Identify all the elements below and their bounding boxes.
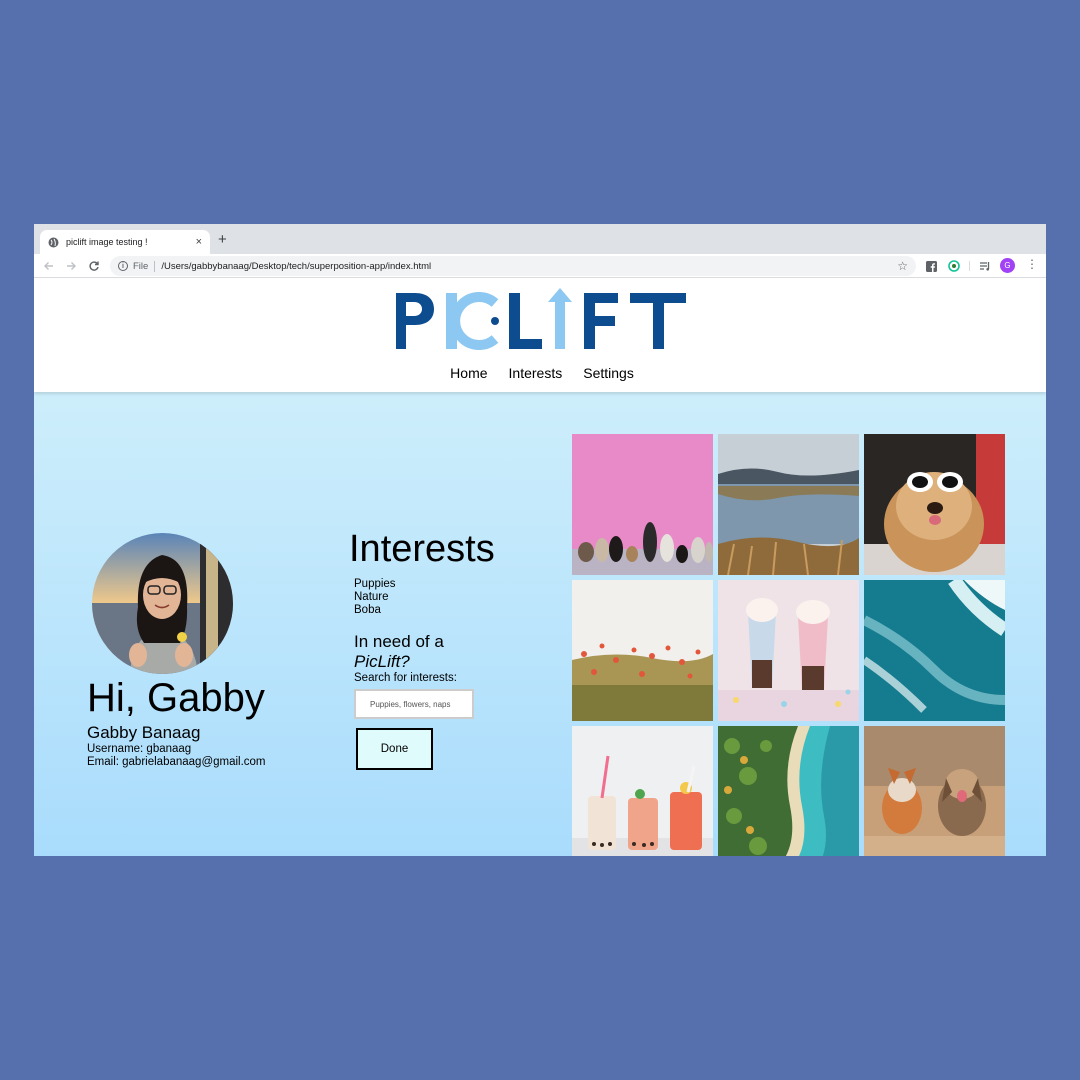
email-text: Email: gabrielabanaag@gmail.com [87, 756, 266, 768]
toolbar-divider [969, 261, 970, 271]
interest-search-input[interactable] [354, 689, 474, 719]
lake-landscape-photo[interactable] [718, 434, 859, 575]
profile-avatar[interactable]: G [1000, 258, 1015, 273]
browser-tab[interactable]: piclift image testing ! × [40, 230, 210, 254]
interest-list: Puppies Nature Boba [354, 578, 396, 617]
search-label: Search for interests: [354, 672, 457, 684]
ocean-waves-photo[interactable] [864, 580, 1005, 721]
info-icon[interactable]: i [118, 261, 128, 271]
profile-photo [92, 533, 233, 674]
address-bar[interactable]: i File /Users/gabbybanaag/Desktop/tech/s… [110, 256, 916, 276]
back-arrow-icon[interactable] [42, 259, 56, 273]
browser-toolbar: i File /Users/gabbybanaag/Desktop/tech/s… [34, 254, 1046, 278]
dogs-pink-wall-photo[interactable] [572, 434, 713, 575]
interests-heading: Interests [349, 528, 495, 570]
greeting-heading: Hi, Gabby [87, 676, 265, 720]
nav-interests[interactable]: Interests [509, 365, 563, 381]
browser-menu-icon[interactable]: ⋮ [1026, 258, 1038, 270]
prompt-line: In need of a [354, 632, 444, 651]
milkshakes-photo[interactable] [718, 580, 859, 721]
list-item: Nature [354, 591, 389, 603]
full-name: Gabby Banaag [87, 723, 201, 742]
page: Home Interests Settings Hi, Gabby Gabby … [34, 279, 1046, 856]
nav-home[interactable]: Home [450, 365, 487, 381]
scheme-label: File [133, 260, 149, 272]
reload-icon[interactable] [87, 259, 101, 273]
aerial-coast-photo[interactable] [718, 726, 859, 856]
done-button[interactable]: Done [356, 728, 433, 770]
tab-title: piclift image testing ! [66, 237, 148, 247]
main-content: Hi, Gabby Gabby Banaag Username: gbanaag… [34, 392, 1046, 856]
grammarly-extension-icon[interactable] [947, 259, 961, 273]
username-text: Username: gbanaag [87, 743, 192, 755]
prompt-brand: PicLift? [354, 652, 410, 671]
list-item: Puppies [354, 578, 396, 590]
piclift-logo[interactable] [394, 287, 690, 351]
image-gallery [572, 434, 1006, 856]
facebook-extension-icon[interactable] [924, 259, 938, 273]
media-control-icon[interactable] [978, 259, 992, 273]
forward-arrow-icon[interactable] [64, 259, 78, 273]
main-nav: Home Interests Settings [34, 365, 1046, 381]
url-text[interactable]: /Users/gabbybanaag/Desktop/tech/superpos… [161, 261, 897, 272]
site-header: Home Interests Settings [34, 279, 1046, 392]
list-item: Boba [354, 604, 381, 616]
address-divider [154, 260, 156, 272]
new-tab-button[interactable]: + [218, 232, 227, 247]
tab-strip: piclift image testing ! × + [34, 224, 1046, 254]
tab-close-icon[interactable]: × [196, 236, 202, 248]
nav-settings[interactable]: Settings [583, 365, 634, 381]
dog-sunglasses-photo[interactable] [864, 434, 1005, 575]
poppy-field-photo[interactable] [572, 580, 713, 721]
globe-icon [48, 237, 59, 248]
bookmark-star-icon[interactable]: ☆ [897, 259, 908, 273]
running-dogs-photo[interactable] [864, 726, 1005, 856]
boba-drinks-photo[interactable] [572, 726, 713, 856]
piclift-prompt: In need of a PicLift? [354, 632, 444, 672]
browser-window: piclift image testing ! × + i File /User… [34, 224, 1046, 856]
